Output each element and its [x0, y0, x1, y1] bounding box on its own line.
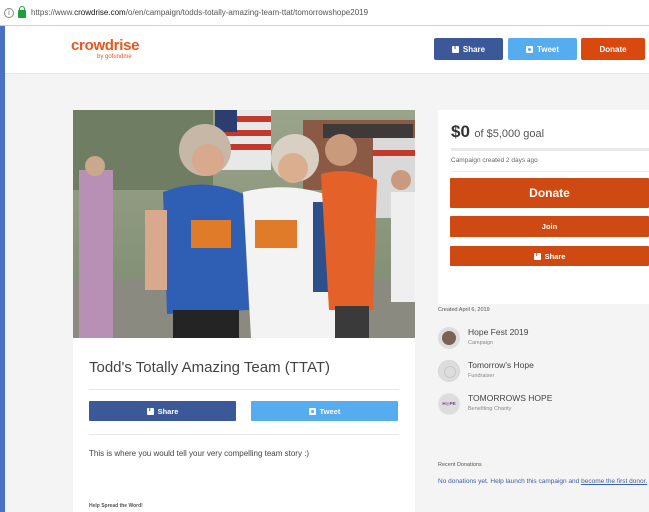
- facebook-icon: [451, 44, 459, 53]
- created-date: Created April 6, 2019: [438, 307, 490, 313]
- info-icon[interactable]: i: [4, 7, 14, 18]
- logo-sub: by gofundme: [97, 54, 132, 60]
- no-donations-message: No donations yet. Help launch this campa…: [438, 478, 580, 485]
- info-item-name[interactable]: Tomorrow's Hope: [468, 360, 534, 370]
- info-item-name[interactable]: TOMORROWS HOPE: [468, 393, 552, 403]
- crowdrise-logo[interactable]: crowdrise by gofundme: [71, 38, 139, 62]
- donate-label: Donate: [529, 186, 570, 200]
- site-header: crowdrise by gofundme Share Tweet Donate: [5, 26, 649, 74]
- url-domain: crowdrise.com: [74, 8, 126, 17]
- goal-text: of $5,000 goal: [474, 128, 545, 140]
- campaign-card: Todd's Totally Amazing Team (TTAT) Share…: [73, 110, 415, 512]
- divider: [89, 434, 399, 435]
- browser-address-bar[interactable]: i https://www.crowdrise.com/o/en/campaig…: [0, 0, 649, 26]
- header-tweet-button[interactable]: Tweet: [508, 38, 577, 60]
- facebook-icon: [146, 406, 154, 415]
- header-tweet-label: Tweet: [536, 44, 560, 54]
- join-button[interactable]: Join: [450, 216, 649, 237]
- logo-main: crowdrise: [71, 37, 140, 54]
- info-item-fundraiser[interactable]: Tomorrow's Hope Fundraiser: [438, 359, 649, 385]
- header-donate-label: Donate: [599, 44, 627, 54]
- spread-word-heading: Help Spread the Word!: [89, 503, 143, 509]
- twitter-icon: [308, 407, 316, 415]
- facebook-share-button[interactable]: Share: [89, 401, 236, 421]
- campaign-avatar: [438, 327, 460, 349]
- header-donate-button[interactable]: Donate: [581, 38, 645, 60]
- no-donations-text: No donations yet. Help launch this campa…: [438, 477, 649, 486]
- campaign-created-text: Campaign created 2 days ago: [451, 157, 538, 164]
- page: crowdrise by gofundme Share Tweet Donate: [5, 26, 649, 512]
- donation-card: $0 of $5,000 goal Campaign created 2 day…: [438, 110, 649, 304]
- become-first-donor-link[interactable]: become the first donor.: [581, 478, 647, 485]
- info-item-charity[interactable]: H◎PE TOMORROWS HOPE Benefiting Charity: [438, 392, 649, 418]
- donate-button[interactable]: Donate: [450, 178, 649, 208]
- join-label: Join: [541, 222, 558, 231]
- tweet-button[interactable]: Tweet: [251, 401, 398, 421]
- info-item-campaign[interactable]: Hope Fest 2019 Campaign: [438, 326, 649, 352]
- header-share-button[interactable]: Share: [434, 38, 503, 60]
- share-label: Share: [544, 251, 566, 261]
- raised-value: $0: [451, 122, 470, 141]
- campaign-title: Todd's Totally Amazing Team (TTAT): [89, 359, 331, 376]
- info-item-type: Benefiting Charity: [468, 406, 512, 412]
- tweet-label: Tweet: [319, 406, 341, 416]
- facebook-icon: [533, 251, 541, 260]
- amount-raised: $0 of $5,000 goal: [451, 122, 544, 142]
- charity-logo: H◎PE: [438, 393, 460, 415]
- charity-logo-text: H◎PE: [442, 401, 456, 406]
- info-item-name[interactable]: Hope Fest 2019: [468, 327, 528, 337]
- url-path: /o/en/campaign/todds-totally-amazing-tea…: [125, 8, 369, 17]
- progress-bar: [451, 148, 649, 151]
- lock-icon: [18, 5, 26, 18]
- divider: [89, 389, 399, 390]
- url-text[interactable]: https://www.crowdrise.com/o/en/campaign/…: [31, 8, 368, 17]
- url-prefix: https://www.: [31, 8, 75, 17]
- divider: [451, 171, 649, 172]
- fundraiser-avatar: [438, 360, 460, 382]
- twitter-icon: [525, 45, 533, 53]
- info-item-type: Campaign: [468, 340, 494, 346]
- header-share-label: Share: [462, 44, 486, 54]
- recent-donations-heading: Recent Donations: [438, 462, 482, 468]
- share-button[interactable]: Share: [450, 246, 649, 266]
- campaign-photo: [73, 110, 415, 338]
- info-item-type: Fundraiser: [468, 373, 495, 379]
- facebook-share-label: Share: [157, 406, 179, 416]
- campaign-story: This is where you would tell your very c…: [89, 449, 310, 458]
